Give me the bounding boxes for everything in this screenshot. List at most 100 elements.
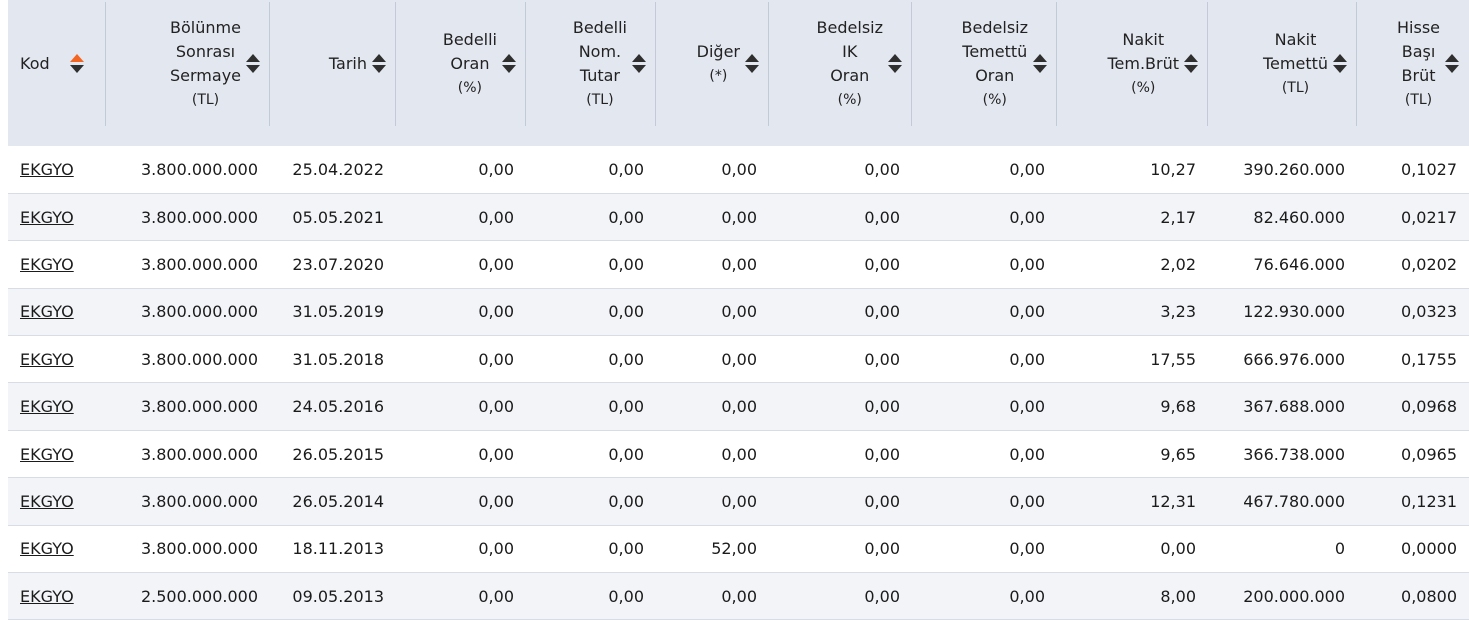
cell-bedelli-nom-tutar: 0,00: [608, 539, 644, 559]
stock-code-link[interactable]: EKGYO: [20, 302, 74, 321]
column-header-label-line: Bedelli: [572, 18, 627, 37]
table-row: EKGYO 3.800.000.000 24.05.2016 0,00 0,00 0,00…: [8, 382, 1469, 431]
cell-hisse-basi-brut: 0,0000: [1401, 539, 1457, 559]
column-header-nakit-tem-brut[interactable]: Nakit Tem.Brüt (%): [1057, 0, 1208, 128]
cell-hisse-basi-brut: 0,0965: [1401, 444, 1457, 464]
column-header-diger[interactable]: Diğer (*): [656, 0, 769, 128]
column-header-label-line: Oran: [830, 66, 870, 85]
cell-bedelsiz-ik-oran: 0,00: [864, 254, 900, 274]
cell-kod: EKGYO: [8, 336, 106, 383]
sort-icon[interactable]: [69, 53, 84, 75]
stock-code-link[interactable]: EKGYO: [20, 208, 74, 227]
sort-icon[interactable]: [502, 53, 516, 75]
sort-ascending-arrow-icon: [1333, 54, 1347, 62]
column-header-label-line: Bedelsiz: [816, 18, 883, 37]
sort-icon[interactable]: [246, 53, 260, 75]
sort-descending-arrow-icon: [1184, 65, 1198, 73]
column-header-label-line: Oran: [450, 54, 490, 73]
column-header-nakit-temettu[interactable]: Nakit Temettü (TL): [1208, 0, 1357, 128]
column-header-tarih[interactable]: Tarih: [270, 0, 396, 128]
table-row: EKGYO 3.800.000.000 31.05.2018 0,00 0,00 0,00…: [8, 336, 1469, 383]
cell-kod: EKGYO: [8, 241, 106, 288]
stock-code-link[interactable]: EKGYO: [20, 492, 74, 511]
sort-ascending-arrow-icon: [1184, 54, 1198, 62]
cell-bedelsiz-temettu-oran: 0,00: [1009, 207, 1045, 227]
cell-tarih: 24.05.2016: [292, 397, 384, 417]
cell-bedelsiz-ik-oran: 0,00: [864, 491, 900, 511]
column-header-bedelsiz-ik-oran[interactable]: Bedelsiz IK Oran (%): [769, 0, 912, 128]
table-row: EKGYO 3.800.000.000 23.07.2020 0,00 0,00 0,00…: [8, 241, 1469, 289]
cell-tarih: 26.05.2014: [292, 491, 384, 511]
column-header-label: Hisse Başı Brüt (TL): [1397, 16, 1440, 112]
sort-icon[interactable]: [1184, 53, 1198, 75]
cell-hisse-basi-brut: 0,1231: [1401, 491, 1457, 511]
cell-hisse-basi-brut: 0,0800: [1401, 586, 1457, 606]
column-header-content: Diğer (*): [662, 40, 759, 88]
cell-nakit-tem-brut: 2,02: [1160, 254, 1196, 274]
stock-code-link[interactable]: EKGYO: [20, 445, 74, 464]
cell-nakit-temettu: 200.000.000: [1243, 586, 1345, 606]
column-header-content: Bedelli Oran (%): [402, 28, 516, 100]
table-row: EKGYO 3.800.000.000 31.05.2019 0,00 0,00 0,00…: [8, 288, 1469, 336]
sort-icon[interactable]: [632, 53, 646, 75]
cell-hisse-basi-brut: 0,0202: [1401, 254, 1457, 274]
stock-code-link[interactable]: EKGYO: [20, 160, 74, 179]
cell-tarih: 05.05.2021: [292, 207, 384, 227]
cell-kod: EKGYO: [8, 573, 106, 620]
column-header-bedelli-oran[interactable]: Bedelli Oran (%): [396, 0, 526, 128]
stock-code-link[interactable]: EKGYO: [20, 587, 74, 606]
stock-code-link[interactable]: EKGYO: [20, 539, 74, 558]
column-header-content: Nakit Temettü (TL): [1214, 28, 1347, 100]
column-header-unit: (%): [837, 92, 862, 108]
cell-diger: 0,00: [721, 349, 757, 369]
cell-bedelsiz-ik-oran: 0,00: [864, 302, 900, 322]
cell-diger: 0,00: [721, 491, 757, 511]
cell-diger: 0,00: [721, 159, 757, 179]
cell-bedelsiz-ik-oran: 0,00: [864, 397, 900, 417]
cell-hisse-basi-brut: 0,0323: [1401, 302, 1457, 322]
cell-bedelli-oran: 0,00: [478, 444, 514, 464]
table-row: EKGYO 2.500.000.000 09.05.2013 0,00 0,00 0,00…: [8, 572, 1469, 620]
cell-bedelli-oran: 0,00: [478, 159, 514, 179]
column-header-bedelsiz-temettu-oran[interactable]: Bedelsiz Temettü Oran (%): [912, 0, 1057, 128]
cell-bolunme-sonrasi-sermaye: 3.800.000.000: [140, 254, 258, 274]
column-header-bedelli-nom-tutar[interactable]: Bedelli Nom. Tutar (TL): [526, 0, 656, 128]
column-header-label-line: Brüt: [1401, 66, 1436, 85]
sort-descending-arrow-icon: [246, 65, 260, 73]
column-header-label-line: Tarih: [328, 54, 367, 73]
column-header-unit: (%): [1131, 80, 1156, 96]
column-header-hisse-basi-brut[interactable]: Hisse Başı Brüt (TL): [1357, 0, 1469, 128]
cell-nakit-temettu: 366.738.000: [1243, 444, 1345, 464]
column-header-unit: (TL): [191, 92, 220, 108]
cell-tarih: 23.07.2020: [292, 254, 384, 274]
sort-icon[interactable]: [745, 53, 759, 75]
stock-code-link[interactable]: EKGYO: [20, 397, 74, 416]
cell-bedelli-nom-tutar: 0,00: [608, 397, 644, 417]
dividends-table-container: Kod Bölünme Sonrası Sermaye (TL) Tarih Bedelli…: [8, 0, 1469, 620]
cell-bedelsiz-temettu-oran: 0,00: [1009, 349, 1045, 369]
cell-bedelli-oran: 0,00: [478, 397, 514, 417]
cell-nakit-temettu: 666.976.000: [1243, 349, 1345, 369]
sort-descending-arrow-icon: [632, 65, 646, 73]
cell-diger: 0,00: [721, 207, 757, 227]
stock-code-link[interactable]: EKGYO: [20, 255, 74, 274]
cell-nakit-tem-brut: 9,68: [1160, 397, 1196, 417]
column-header-content: Bedelsiz IK Oran (%): [775, 16, 902, 112]
cell-bedelli-oran: 0,00: [478, 491, 514, 511]
sort-icon[interactable]: [1445, 53, 1459, 75]
sort-ascending-arrow-icon: [1033, 54, 1047, 62]
sort-icon[interactable]: [888, 53, 902, 75]
sort-icon[interactable]: [372, 53, 386, 75]
cell-nakit-temettu: 467.780.000: [1243, 491, 1345, 511]
stock-code-link[interactable]: EKGYO: [20, 350, 74, 369]
cell-kod: EKGYO: [8, 193, 106, 240]
column-header-content: Bedelsiz Temettü Oran (%): [918, 16, 1047, 112]
cell-nakit-tem-brut: 9,65: [1160, 444, 1196, 464]
table-row: EKGYO 3.800.000.000 26.05.2015 0,00 0,00 0,00…: [8, 430, 1469, 478]
column-header-label: Bedelli Oran (%): [443, 28, 497, 100]
column-header-kod[interactable]: Kod: [8, 0, 106, 128]
sort-icon[interactable]: [1333, 53, 1347, 75]
cell-bedelli-oran: 0,00: [478, 586, 514, 606]
column-header-bolunme-sonrasi-sermaye[interactable]: Bölünme Sonrası Sermaye (TL): [106, 0, 270, 128]
sort-icon[interactable]: [1033, 53, 1047, 75]
